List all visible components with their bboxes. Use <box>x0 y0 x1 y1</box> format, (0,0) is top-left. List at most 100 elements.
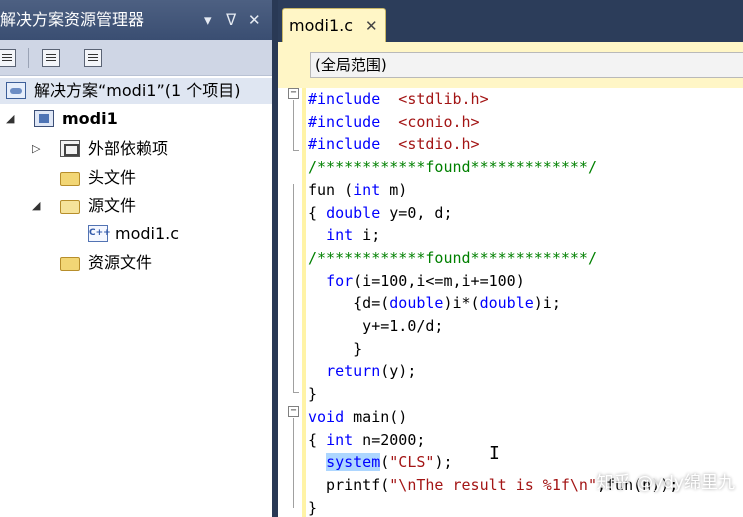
project-icon <box>34 110 54 127</box>
code-token: double <box>479 294 534 313</box>
code-line[interactable]: int i; <box>308 224 380 247</box>
code-line[interactable]: for(i=100,i<=m,i+=100) <box>308 270 525 293</box>
collapse-arrow-icon[interactable]: ◢ <box>6 106 14 132</box>
refresh-icon[interactable] <box>84 49 102 67</box>
code-line[interactable]: #include <conio.h> <box>308 111 480 134</box>
code-token: { <box>308 203 327 222</box>
code-token: n=2000; <box>353 430 426 449</box>
window-position-dropdown-icon[interactable]: ▾ <box>204 0 212 40</box>
folder-icon <box>60 172 80 186</box>
tree-item-solution[interactable]: 解决方案“modi1”(1 个项目) <box>0 78 272 104</box>
code-token: } <box>308 498 318 517</box>
outline-guide <box>293 184 294 392</box>
code-token: #include <box>308 112 381 131</box>
source-file-label: modi1.c <box>115 224 180 243</box>
code-token: {d=( <box>308 294 390 313</box>
code-token: (i=100,i<=m,i+=100) <box>353 271 525 290</box>
scope-dropdown[interactable]: (全局范围) <box>310 52 743 78</box>
editor-tab-strip: modi1.c ✕ <box>278 0 743 42</box>
code-token: fun <box>308 180 336 199</box>
outlining-margin: − − <box>278 88 306 517</box>
tree-item-external-deps[interactable]: ▷ 外部依赖项 <box>0 136 272 162</box>
code-line[interactable]: { double y=0, d; <box>308 202 453 225</box>
collapse-region-icon[interactable]: − <box>288 406 299 417</box>
code-token: i; <box>353 226 381 245</box>
solution-explorer-toolbar <box>0 40 272 76</box>
outline-guide-end <box>293 392 299 393</box>
code-editor[interactable]: − − #include <stdlib.h> #include <conio.h… <box>278 88 743 517</box>
code-token: <conio.h> <box>380 112 480 131</box>
tree-item-source-files[interactable]: ◢ 源文件 <box>0 193 272 219</box>
code-line[interactable]: /************found*************/ <box>308 247 597 270</box>
project-label: modi1 <box>62 109 118 128</box>
collapse-region-icon[interactable]: − <box>288 88 299 99</box>
code-token: #include <box>308 90 381 108</box>
c-source-file-icon: C++ <box>88 225 111 242</box>
code-token: "CLS" <box>389 453 435 472</box>
code-line[interactable]: { int n=2000; <box>308 429 425 452</box>
collapse-arrow-icon[interactable]: ◢ <box>32 193 40 219</box>
code-line[interactable]: } <box>308 383 317 406</box>
code-token: #include <box>308 135 381 154</box>
code-token: printf( <box>308 475 390 494</box>
code-token: y=0, d; <box>380 203 453 222</box>
folder-icon <box>60 257 80 271</box>
visual-studio-window: 解决方案资源管理器 ▾ ᐁ ✕ 解决方案“modi1”(1 个项目) ◢ mod… <box>0 0 743 517</box>
code-token: )i*( <box>443 294 480 313</box>
code-line[interactable]: } <box>308 497 317 517</box>
code-line[interactable]: system("CLS"); <box>308 451 453 474</box>
code-line[interactable]: y+=1.0/d; <box>308 315 443 338</box>
code-token: <stdio.h> <box>380 135 480 154</box>
code-line[interactable]: return(y); <box>308 360 416 383</box>
code-token: } <box>308 385 318 404</box>
code-token: )i; <box>533 294 561 313</box>
pin-icon[interactable]: ᐁ <box>226 0 236 40</box>
change-tracking-bar <box>302 88 306 517</box>
code-token: void <box>308 407 345 426</box>
tree-item-modi1-c[interactable]: C++ modi1.c <box>0 221 272 247</box>
properties-icon[interactable] <box>0 49 16 67</box>
source-files-label: 源文件 <box>88 196 137 215</box>
code-token: ( <box>335 180 354 199</box>
solution-icon <box>6 82 26 99</box>
code-line[interactable]: #include <stdio.h> <box>308 133 480 156</box>
tree-item-header-files[interactable]: 头文件 <box>0 165 272 191</box>
expand-arrow-icon[interactable]: ▷ <box>32 136 40 162</box>
show-all-files-icon[interactable] <box>42 49 60 67</box>
code-token: <stdlib.h> <box>380 90 489 108</box>
code-token: y+=1.0/d; <box>308 317 444 335</box>
code-line[interactable]: } <box>308 338 362 361</box>
code-token: m) <box>380 180 408 199</box>
code-text-area[interactable]: #include <stdlib.h> #include <conio.h> #in… <box>308 88 743 517</box>
outline-guide-end <box>293 150 299 151</box>
code-token: { <box>308 430 327 449</box>
close-panel-icon[interactable]: ✕ <box>248 0 261 40</box>
code-token: int <box>326 226 354 245</box>
code-line[interactable]: void main() <box>308 406 407 429</box>
tree-item-resource-files[interactable]: 资源文件 <box>0 250 272 276</box>
code-token: return <box>326 362 381 381</box>
open-folder-icon <box>60 200 80 214</box>
header-files-label: 头文件 <box>88 168 137 187</box>
code-line[interactable]: #include <stdlib.h> <box>308 88 489 111</box>
toolbar-separator <box>28 48 29 68</box>
code-token: double <box>326 203 381 222</box>
code-token: main() <box>344 407 408 426</box>
code-line[interactable]: /************found*************/ <box>308 156 597 179</box>
code-line[interactable]: fun (int m) <box>308 179 407 202</box>
code-line[interactable]: {d=(double)i*(double)i; <box>308 292 561 315</box>
tree-item-project[interactable]: ◢ modi1 <box>0 106 272 132</box>
tab-label: modi1.c <box>289 16 354 35</box>
resource-files-label: 资源文件 <box>88 253 153 272</box>
code-token: int <box>326 430 354 449</box>
code-token: } <box>308 339 363 358</box>
code-token: for <box>326 271 354 290</box>
close-tab-icon[interactable]: ✕ <box>365 9 378 43</box>
selected-token: system <box>326 453 381 472</box>
editor-navigation-bar: (全局范围) <box>278 42 743 88</box>
external-dependencies-icon <box>60 140 80 157</box>
tab-modi1-c[interactable]: modi1.c ✕ <box>282 8 386 42</box>
